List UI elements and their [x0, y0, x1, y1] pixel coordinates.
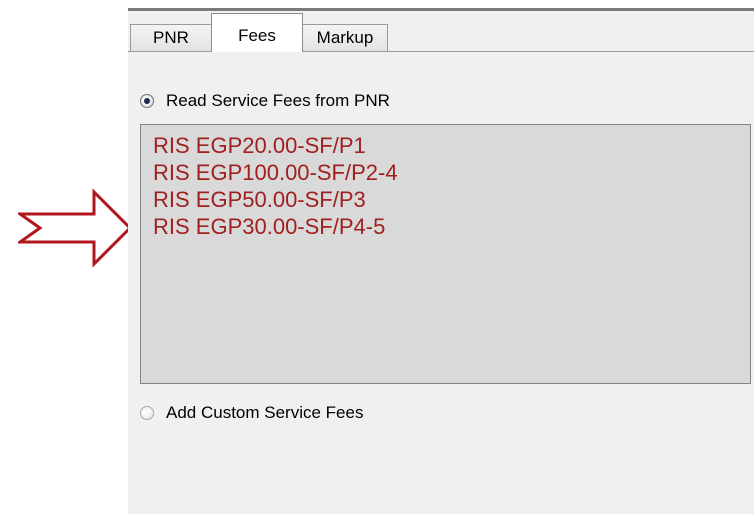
add-custom-fees-radio[interactable]: [140, 406, 154, 420]
tab-pnr[interactable]: PNR: [130, 24, 212, 51]
tab-strip: PNR Fees Markup: [128, 11, 754, 52]
pnr-service-fees-list: RIS EGP20.00-SF/P1 RIS EGP100.00-SF/P2-4…: [140, 124, 751, 384]
fee-line: RIS EGP100.00-SF/P2-4: [153, 160, 398, 185]
tab-markup[interactable]: Markup: [302, 24, 388, 51]
read-service-fees-radio[interactable]: [140, 94, 154, 108]
tab-fees[interactable]: Fees: [211, 13, 303, 52]
add-custom-fees-option[interactable]: Add Custom Service Fees: [140, 403, 363, 423]
tab-fees-label: Fees: [238, 26, 276, 45]
tab-markup-label: Markup: [316, 28, 374, 47]
tab-pnr-label: PNR: [153, 28, 189, 47]
fees-settings-panel: PNR Fees Markup Read Service Fees from P…: [128, 8, 754, 514]
fee-line: RIS EGP50.00-SF/P3: [153, 187, 366, 212]
screenshot-root: PNR Fees Markup Read Service Fees from P…: [0, 0, 754, 514]
right-arrow-outline-icon: [18, 188, 133, 268]
fees-tab-page: Read Service Fees from PNR RIS EGP20.00-…: [128, 52, 754, 514]
add-custom-fees-label: Add Custom Service Fees: [166, 403, 364, 422]
fee-line: RIS EGP20.00-SF/P1: [153, 133, 366, 158]
read-service-fees-option[interactable]: Read Service Fees from PNR: [140, 91, 390, 111]
read-service-fees-label: Read Service Fees from PNR: [166, 91, 390, 110]
fee-line: RIS EGP30.00-SF/P4-5: [153, 214, 386, 239]
